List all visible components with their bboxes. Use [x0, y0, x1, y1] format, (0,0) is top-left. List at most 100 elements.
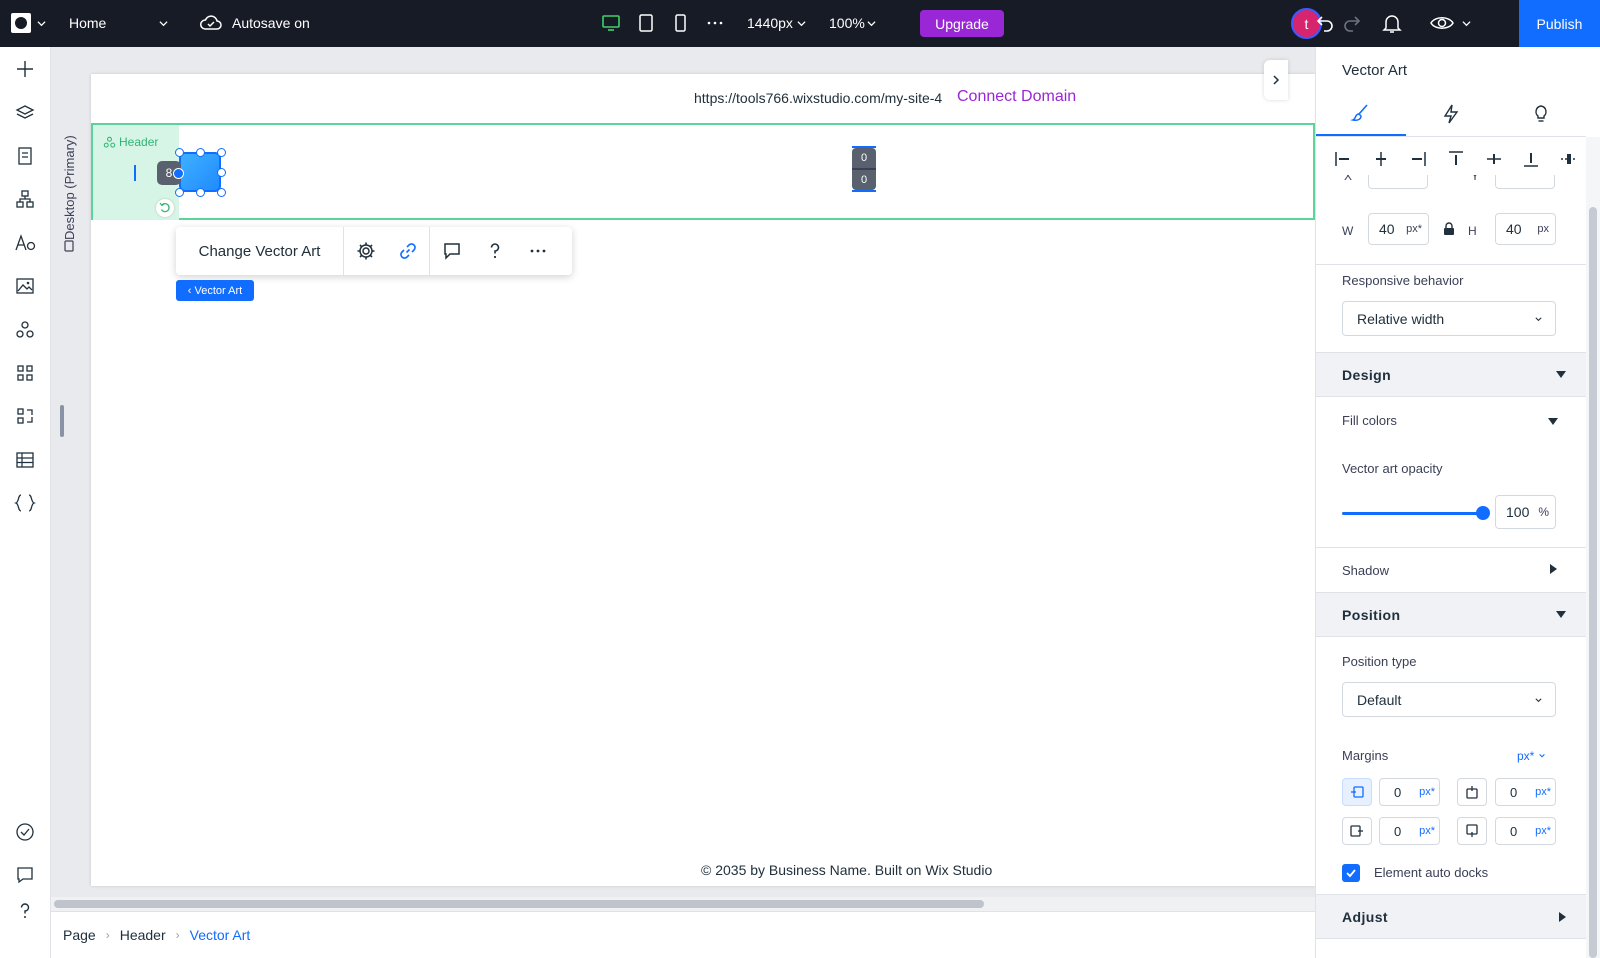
auto-docks-checkbox[interactable] — [1342, 864, 1360, 882]
resize-handle[interactable] — [196, 148, 205, 157]
components-icon[interactable] — [13, 318, 37, 342]
resize-handle[interactable] — [175, 188, 184, 197]
margin-right-input[interactable]: 0 px* — [1379, 817, 1440, 845]
page-selector[interactable]: Home — [69, 15, 106, 31]
more-breakpoints-icon[interactable] — [705, 12, 725, 34]
tab-tips[interactable] — [1496, 91, 1586, 136]
wix-logo-icon[interactable] — [10, 12, 32, 34]
margin-right-icon[interactable] — [1342, 817, 1372, 845]
upgrade-button[interactable]: Upgrade — [920, 10, 1004, 37]
breadcrumb-vector-art[interactable]: Vector Art — [190, 927, 251, 943]
resize-handle[interactable] — [196, 188, 205, 197]
link-icon[interactable] — [387, 227, 430, 275]
x-input[interactable] — [1368, 175, 1428, 189]
distribute-icon[interactable] — [1556, 146, 1582, 172]
zoom-selector[interactable]: 100% — [829, 15, 865, 31]
caret-down-icon[interactable] — [1548, 418, 1558, 425]
align-center-horizontal-icon[interactable] — [1368, 146, 1394, 172]
horizontal-scrollbar[interactable] — [51, 897, 1315, 911]
breadcrumb-page[interactable]: Page — [63, 927, 96, 943]
spacer-widget[interactable]: 0 0 — [852, 146, 876, 194]
undo-icon[interactable] — [1314, 12, 1336, 34]
mobile-icon[interactable] — [671, 12, 689, 34]
element-parent-tag[interactable]: ‹ Vector Art — [176, 280, 254, 301]
position-section-header[interactable]: Position — [1316, 592, 1586, 637]
responsive-behavior-dropdown[interactable]: Relative width — [1342, 301, 1556, 336]
help-icon[interactable] — [473, 227, 516, 275]
chevron-down-icon[interactable] — [159, 19, 168, 28]
settings-icon[interactable] — [344, 227, 387, 275]
resize-handle[interactable] — [217, 188, 226, 197]
rotate-handle[interactable] — [156, 199, 174, 217]
opacity-input[interactable]: 100% — [1495, 495, 1556, 529]
panel-scrollbar[interactable] — [1586, 137, 1600, 958]
margin-left-icon[interactable] — [1342, 778, 1372, 806]
breadcrumb: Page › Header › Vector Art — [51, 911, 1315, 958]
horizontal-scrollbar-thumb[interactable] — [54, 900, 984, 908]
vector-art-element[interactable] — [179, 152, 221, 192]
position-type-dropdown[interactable]: Default — [1342, 682, 1556, 717]
align-center-vertical-icon[interactable] — [1481, 146, 1507, 172]
help-icon[interactable] — [13, 899, 37, 923]
chevron-down-icon[interactable] — [1462, 19, 1471, 28]
margin-drag-handle[interactable] — [173, 168, 184, 179]
resize-handle[interactable] — [175, 148, 184, 157]
typography-icon[interactable] — [13, 231, 37, 255]
margin-top-input[interactable]: 0 px* — [1495, 778, 1556, 806]
connect-domain-link[interactable]: Connect Domain — [957, 88, 1076, 106]
align-left-icon[interactable] — [1330, 146, 1356, 172]
margin-left-input[interactable]: 0 px* — [1379, 778, 1440, 806]
margin-bottom-icon[interactable] — [1457, 817, 1487, 845]
layers-icon[interactable] — [13, 101, 37, 125]
chevron-down-icon[interactable] — [867, 19, 876, 28]
notifications-bell-icon[interactable] — [1381, 11, 1403, 35]
business-apps-icon[interactable] — [13, 404, 37, 428]
resize-handle[interactable] — [217, 168, 226, 177]
comment-icon[interactable] — [430, 227, 473, 275]
publish-button[interactable]: Publish — [1519, 0, 1600, 47]
breadcrumb-header[interactable]: Header — [120, 927, 166, 943]
desktop-icon[interactable] — [600, 12, 622, 34]
margin-bottom-input[interactable]: 0 px* — [1495, 817, 1556, 845]
redo-icon[interactable] — [1341, 12, 1363, 34]
shadow-row[interactable]: Shadow — [1342, 563, 1389, 578]
code-braces-icon[interactable] — [13, 491, 37, 515]
tablet-icon[interactable] — [636, 12, 656, 34]
resize-handle[interactable] — [217, 148, 226, 157]
align-right-icon[interactable] — [1405, 146, 1431, 172]
site-checklist-icon[interactable] — [13, 820, 37, 844]
panel-scrollbar-thumb[interactable] — [1589, 207, 1597, 958]
design-section-header[interactable]: Design — [1316, 352, 1586, 397]
chevron-down-icon[interactable] — [797, 19, 806, 28]
media-image-icon[interactable] — [13, 274, 37, 298]
site-structure-icon[interactable] — [13, 187, 37, 211]
preview-eye-icon[interactable] — [1429, 11, 1455, 35]
chevron-down-icon[interactable] — [37, 19, 46, 28]
apps-grid-icon[interactable] — [13, 361, 37, 385]
comments-icon[interactable] — [13, 863, 37, 887]
height-input[interactable]: 40 px — [1495, 213, 1556, 245]
fill-colors-row[interactable]: Fill colors — [1342, 413, 1397, 428]
margin-top-icon[interactable] — [1457, 778, 1487, 806]
add-elements-plus-icon[interactable] — [13, 57, 37, 81]
y-input[interactable] — [1495, 175, 1555, 189]
canvas-scroll-indicator[interactable] — [60, 405, 64, 437]
more-icon[interactable] — [516, 227, 559, 275]
align-bottom-icon[interactable] — [1518, 146, 1544, 172]
width-selector[interactable]: 1440px — [747, 15, 793, 31]
caret-right-icon[interactable] — [1550, 564, 1557, 574]
margins-unit-selector[interactable]: px* — [1517, 749, 1546, 763]
tab-interactions[interactable] — [1406, 91, 1496, 136]
change-vector-art-button[interactable]: Change Vector Art — [176, 227, 344, 275]
opacity-slider-track[interactable] — [1342, 512, 1483, 515]
tab-design[interactable] — [1316, 91, 1406, 136]
adjust-section-header[interactable]: Adjust — [1316, 894, 1586, 939]
header-section[interactable]: Header 8 0 0 — [91, 123, 1315, 220]
cms-table-icon[interactable] — [13, 448, 37, 472]
lock-icon[interactable] — [1443, 222, 1455, 236]
opacity-slider-handle[interactable] — [1476, 506, 1490, 520]
width-input[interactable]: 40 px* — [1368, 213, 1429, 245]
pages-icon[interactable] — [13, 144, 37, 168]
collapse-panel-button[interactable] — [1264, 60, 1288, 100]
align-top-icon[interactable] — [1443, 146, 1469, 172]
